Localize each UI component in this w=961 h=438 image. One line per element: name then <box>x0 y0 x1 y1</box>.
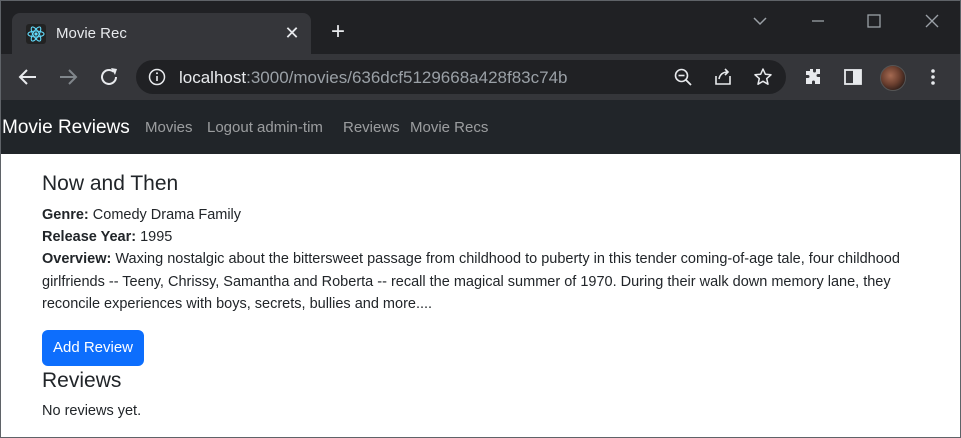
browser-tab[interactable]: Movie Rec ✕ <box>12 13 311 54</box>
extensions-icon[interactable] <box>803 67 823 87</box>
overview-line: Overview: Waxing nostalgic about the bit… <box>42 248 932 316</box>
profile-avatar[interactable] <box>880 65 906 91</box>
more-menu-icon[interactable] <box>923 67 943 87</box>
back-icon[interactable] <box>16 65 40 89</box>
forward-icon[interactable] <box>56 65 80 89</box>
overview-text: Waxing nostalgic about the bittersweet p… <box>42 251 900 312</box>
nav-link-reviews[interactable]: Reviews <box>343 119 400 136</box>
share-icon[interactable] <box>713 67 733 87</box>
overview-label: Overview: <box>42 251 112 267</box>
genre-line: Genre: Comedy Drama Family <box>42 204 241 227</box>
app-navbar: Movie Reviews Movies Logout admin-tim Re… <box>0 100 961 154</box>
browser-titlebar: Movie Rec ✕ + <box>0 0 961 54</box>
side-panel-icon[interactable] <box>843 67 863 87</box>
nav-link-movie-recs[interactable]: Movie Recs <box>410 119 488 136</box>
nav-link-logout[interactable]: Logout admin-tim <box>207 119 323 136</box>
add-review-button[interactable]: Add Review <box>42 330 144 366</box>
react-icon <box>26 24 46 44</box>
no-reviews-text: No reviews yet. <box>42 403 142 419</box>
close-window-icon[interactable] <box>920 10 944 32</box>
genre-label: Genre: <box>42 207 89 223</box>
browser-toolbar: localhost:3000/movies/636dcf5129668a428f… <box>0 54 961 100</box>
tab-title: Movie Rec <box>56 25 127 42</box>
movie-title: Now and Then <box>42 172 179 195</box>
bookmark-star-icon[interactable] <box>753 67 773 87</box>
new-tab-icon[interactable]: + <box>326 20 350 44</box>
address-bar[interactable]: localhost:3000/movies/636dcf5129668a428f… <box>136 60 786 94</box>
genre-value: Comedy Drama Family <box>92 207 242 223</box>
reload-icon[interactable] <box>97 65 121 89</box>
navbar-brand[interactable]: Movie Reviews <box>2 117 130 139</box>
maximize-icon[interactable] <box>862 10 886 32</box>
release-year-label: Release Year: <box>42 229 137 245</box>
reviews-heading: Reviews <box>42 369 122 392</box>
release-year-value: 1995 <box>140 229 173 245</box>
nav-link-movies[interactable]: Movies <box>145 119 193 136</box>
url-path: :3000/movies/636dcf5129668a428f83c74b <box>246 68 568 87</box>
release-year-line: Release Year: 1995 <box>42 226 172 249</box>
url-host: localhost <box>179 68 247 87</box>
zoom-out-icon[interactable] <box>673 67 693 87</box>
close-tab-icon[interactable]: ✕ <box>280 21 304 45</box>
minimize-icon[interactable] <box>806 10 830 32</box>
url-text[interactable]: localhost:3000/movies/636dcf5129668a428f… <box>179 68 567 88</box>
site-info-icon[interactable] <box>148 68 166 86</box>
tab-search-icon[interactable] <box>748 10 772 32</box>
